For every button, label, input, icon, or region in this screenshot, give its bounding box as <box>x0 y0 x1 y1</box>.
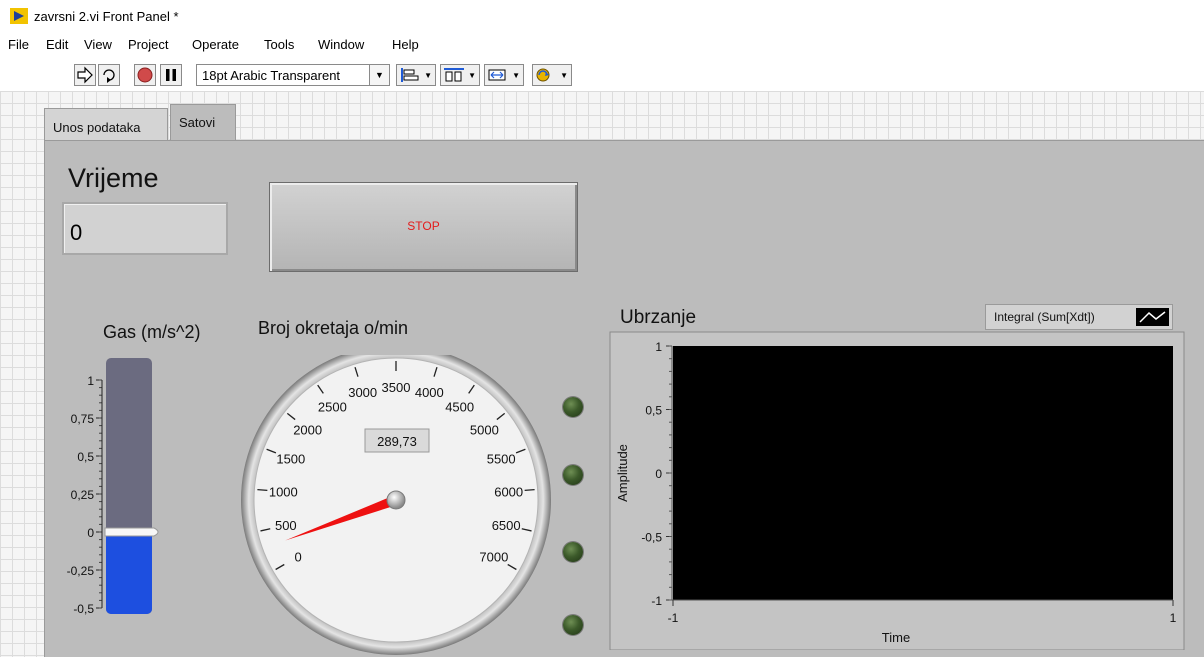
graph-y-tick-label: -0,5 <box>641 531 662 545</box>
menu-help[interactable]: Help <box>392 37 419 52</box>
tab-unos-podataka[interactable]: Unos podataka <box>44 108 168 144</box>
gas-scale-label: 0,5 <box>77 450 94 464</box>
gauge-scale-label: 3000 <box>348 385 377 400</box>
menu-view[interactable]: View <box>84 37 112 52</box>
run-arrow-icon <box>77 66 93 84</box>
gauge-scale-label: 2500 <box>318 400 347 415</box>
menu-bar: File Edit View Project Operate Tools Win… <box>0 34 1204 58</box>
text-settings-label: 18pt Arabic Transparent <box>202 68 341 83</box>
speed-gauge-label: Broj okretaja o/min <box>258 318 409 338</box>
window-title: zavrsni 2.vi Front Panel * <box>34 9 179 24</box>
title-bar: zavrsni 2.vi Front Panel * <box>0 0 1204 34</box>
distribute-objects-dropdown[interactable]: ▼ <box>440 64 480 86</box>
gauge-scale-label: 0 <box>295 550 302 565</box>
gauge-scale-label: 3500 <box>382 380 411 395</box>
graph-y-tick-label: 1 <box>655 340 662 354</box>
gauge-scale-label: 5500 <box>487 452 516 467</box>
gauge-major-tick <box>524 488 535 492</box>
stop-button[interactable]: STOP <box>269 182 578 272</box>
menu-tools[interactable]: Tools <box>264 37 294 52</box>
run-button[interactable] <box>74 64 96 86</box>
gauge-digital-value: 289,73 <box>377 434 417 449</box>
align-objects-dropdown[interactable]: ▼ <box>396 64 436 86</box>
gas-scale-label: 0,75 <box>71 412 95 426</box>
pause-button[interactable] <box>160 64 182 86</box>
menu-edit[interactable]: Edit <box>46 37 68 52</box>
gauge-scale-label: 2000 <box>293 423 322 438</box>
resize-objects-dropdown[interactable]: ▼ <box>484 64 524 86</box>
reorder-icon <box>536 68 550 82</box>
tab-label: Satovi <box>179 115 216 130</box>
distribute-objects-icon <box>444 68 464 82</box>
gauge-scale-label: 6000 <box>494 485 523 500</box>
graph-x-axis-title: Time <box>882 630 910 645</box>
gauge-scale-label: 5000 <box>470 423 499 438</box>
graph-y-tick-label: -1 <box>651 594 662 608</box>
toolbar: 18pt Arabic Transparent ▼ ▼ ▼ ▼ ▼ <box>0 58 1204 91</box>
tab-label: Unos podataka <box>53 120 141 135</box>
gauge-scale-label: 1000 <box>269 485 298 500</box>
text-settings-dropdown[interactable]: 18pt Arabic Transparent ▼ <box>196 64 390 86</box>
chevron-down-icon: ▼ <box>468 71 476 80</box>
abort-icon <box>137 67 153 83</box>
gas-scale-label: -0,25 <box>67 564 95 578</box>
gauge-scale-label: 1500 <box>276 452 305 467</box>
plot-legend-label: Integral (Sum[Xdt]) <box>994 310 1095 324</box>
pause-icon <box>166 69 176 81</box>
gauge-hub <box>386 490 406 510</box>
plot-legend[interactable]: Integral (Sum[Xdt]) <box>985 304 1173 330</box>
tab-satovi[interactable]: Satovi <box>170 104 236 144</box>
stop-button-label: STOP <box>407 219 440 233</box>
run-continuously-button[interactable] <box>98 64 120 86</box>
gas-scale-label: 0,25 <box>71 488 95 502</box>
graph-plot-area <box>673 346 1173 600</box>
gauge-scale-label: 500 <box>275 518 297 533</box>
gas-scale-label: -0,5 <box>73 602 94 616</box>
gas-slider-scale: 1 0,75 0,5 0,25 0 -0,25 -0,5 <box>67 374 103 616</box>
gas-slider-thumb[interactable] <box>104 527 159 537</box>
waveform-graph[interactable]: 1 0,5 0 -0,5 -1 -1 1 Time Amplitude <box>608 330 1204 650</box>
menu-file[interactable]: File <box>8 37 29 52</box>
led-4[interactable] <box>563 615 583 635</box>
gas-scale-label: 0 <box>87 526 94 540</box>
gauge-scale-label: 6500 <box>492 518 521 533</box>
rpm-gauge[interactable]: 0 500 1000 1500 2000 25003000 3500 40004500 5000… <box>240 355 562 657</box>
menu-window[interactable]: Window <box>318 37 364 52</box>
plot-line-icon <box>1136 308 1169 326</box>
graph-x-tick-label: -1 <box>668 611 679 625</box>
graph-y-tick-label: 0 <box>655 467 662 481</box>
gas-vertical-slider[interactable]: 1 0,75 0,5 0,25 0 -0,25 -0,5 <box>44 345 174 625</box>
menu-operate[interactable]: Operate <box>192 37 239 52</box>
graph-y-axis-title: Amplitude <box>615 444 630 502</box>
gas-slider-label: Gas (m/s^2) <box>103 322 201 342</box>
graph-y-tick-label: 0,5 <box>645 404 662 418</box>
graph-title: Ubrzanje <box>620 307 697 328</box>
gas-slider-fill <box>106 532 152 614</box>
reorder-dropdown[interactable]: ▼ <box>532 64 572 86</box>
gauge-scale-label: 4000 <box>415 385 444 400</box>
chevron-down-icon: ▼ <box>369 65 389 85</box>
abort-button[interactable] <box>134 64 156 86</box>
run-continuously-icon <box>103 69 115 83</box>
vrijeme-value: 0 <box>70 220 83 245</box>
menu-project[interactable]: Project <box>128 37 168 52</box>
led-3[interactable] <box>563 542 583 562</box>
led-2[interactable] <box>563 465 583 485</box>
chevron-down-icon: ▼ <box>424 71 432 80</box>
gauge-major-tick <box>257 488 268 492</box>
resize-objects-icon <box>488 69 506 81</box>
align-objects-icon <box>401 68 419 82</box>
led-1[interactable] <box>563 397 583 417</box>
gauge-scale-label: 7000 <box>479 550 508 565</box>
vrijeme-indicator: 0 <box>62 202 228 255</box>
labview-app-icon <box>10 8 28 24</box>
graph-x-tick-label: 1 <box>1170 611 1177 625</box>
gauge-scale-label: 4500 <box>445 400 474 415</box>
chevron-down-icon: ▼ <box>560 71 568 80</box>
vrijeme-label: Vrijeme <box>68 163 159 193</box>
chevron-down-icon: ▼ <box>512 71 520 80</box>
gas-scale-label: 1 <box>87 374 94 388</box>
